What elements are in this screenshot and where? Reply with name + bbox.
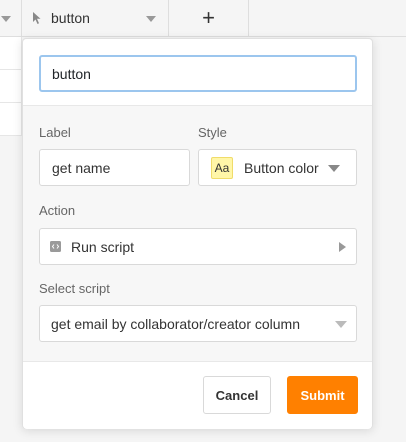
style-select[interactable]: Aa Button color (198, 149, 357, 186)
popover-footer: Cancel Submit (23, 361, 372, 429)
button-color-swatch: Aa (211, 156, 233, 179)
chevron-down-icon (335, 321, 347, 328)
column-name-input[interactable] (39, 55, 357, 92)
action-select[interactable]: Run script (39, 228, 357, 265)
script-select-value: get email by collaborator/creator column (51, 315, 301, 332)
label-input[interactable] (39, 149, 190, 186)
chevron-down-icon (328, 165, 340, 172)
action-caption: Action (39, 203, 76, 218)
column-menu-chevron-icon[interactable] (146, 16, 156, 22)
cursor-icon (33, 12, 41, 24)
popover-header (23, 39, 372, 106)
cancel-button[interactable]: Cancel (203, 376, 271, 414)
label-caption: Label (39, 125, 71, 140)
row-header[interactable] (0, 37, 22, 70)
column-header-button[interactable]: button (22, 0, 169, 37)
add-column-button[interactable]: + (169, 0, 249, 37)
action-value: Run script (71, 238, 135, 255)
row-header[interactable] (0, 103, 22, 136)
chevron-down-icon[interactable] (1, 16, 11, 22)
row-header[interactable] (0, 70, 22, 103)
column-name: button (51, 10, 90, 26)
submit-button[interactable]: Submit (287, 376, 358, 414)
column-editor-popover: Label Style Aa Button color Action Run s… (22, 38, 373, 429)
row-header-cell[interactable] (0, 0, 22, 37)
style-value: Button color (244, 159, 319, 176)
plus-icon: + (202, 5, 215, 30)
script-select[interactable]: get email by collaborator/creator column (39, 305, 357, 342)
chevron-right-icon (339, 242, 346, 252)
code-script-icon (50, 241, 61, 252)
header-empty-area (249, 0, 406, 37)
style-caption: Style (198, 125, 227, 140)
select-script-caption: Select script (39, 281, 110, 296)
